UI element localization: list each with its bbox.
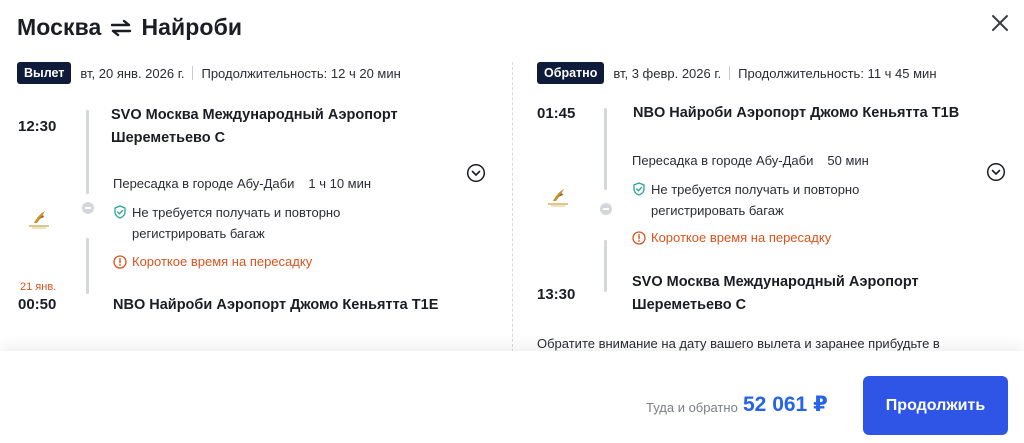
outbound-short-transfer-warning: Короткое время на пересадку [113,254,312,269]
divider [192,66,194,80]
timeline-line [86,110,89,194]
continue-button[interactable]: Продолжить [863,376,1008,435]
return-baggage-text: Не требуется получать и повторно регистр… [651,182,860,218]
column-divider [512,62,513,352]
outbound-transfer-duration: 1 ч 10 мин [308,176,372,191]
return-date-info: Обратите внимание на дату вашего вылета … [537,336,940,351]
return-depart-time: 01:45 [537,105,576,122]
timeline-line [86,238,89,294]
return-badge: Обратно [537,62,605,84]
price-label: Туда и обратно [646,400,738,415]
outbound-warning-text: Короткое время на пересадку [132,254,313,269]
return-arrive-time: 13:30 [537,286,576,303]
divider [729,66,731,80]
outbound-baggage-text: Не требуется получать и повторно регистр… [132,205,341,241]
outbound-header: Вылет вт, 20 янв. 2026 г. Продолжительно… [17,62,401,84]
return-arrive-station: SVO Москва Международный Аэропорт Шереме… [632,274,919,313]
warning-circle-icon [632,230,646,245]
outbound-transfer-city: Пересадка в городе Абу-Даби [113,176,295,191]
return-short-transfer-warning: Короткое время на пересадку [632,230,831,245]
return-baggage-note: Не требуется получать и повторно регистр… [632,179,892,221]
outbound-date: вт, 20 янв. 2026 г. [80,65,185,81]
total-price: 52 061 ₽ [743,393,828,416]
timeline-line [604,108,607,190]
chevron-down-circle-icon[interactable] [466,163,486,183]
outbound-arrive-station: NBO Найроби Аэропорт Джомо Кеньятта T1E [113,297,439,313]
outbound-baggage-note: Не требуется получать и повторно регистр… [113,202,373,244]
outbound-arrival-nextday: 21 янв. [20,281,57,293]
outbound-duration: Продолжительность: 12 ч 20 мин [201,65,401,81]
return-duration: Продолжительность: 11 ч 45 мин [738,65,937,81]
outbound-badge: Вылет [17,62,72,84]
return-transfer-city: Пересадка в городе Абу-Даби [632,153,814,168]
footer-bar: Туда и обратно 52 061 ₽ Продолжить [0,351,1024,443]
close-icon[interactable] [988,11,1012,35]
transfer-dot-icon [599,203,612,215]
outbound-arrive-time: 00:50 [18,296,57,313]
return-header: Обратно вт, 3 февр. 2026 г. Продолжитель… [537,62,937,84]
swap-arrows-icon [111,19,132,36]
airline-logo-icon [29,211,49,229]
return-transfer: Пересадка в городе Абу-Даби 50 мин [632,153,869,168]
outbound-depart-station: SVO Москва Международный Аэропорт Шереме… [111,107,398,146]
shield-check-icon [114,205,126,219]
chevron-down-circle-icon[interactable] [986,162,1006,182]
destination-city: Найроби [141,14,243,40]
return-date: вт, 3 февр. 2026 г. [613,65,722,81]
route-title: Москва Найроби [17,14,242,41]
return-warning-text: Короткое время на пересадку [651,230,832,245]
timeline-line [604,240,607,292]
warning-circle-icon [113,254,127,269]
origin-city: Москва [17,14,102,40]
outbound-depart-time: 12:30 [18,118,57,135]
return-transfer-duration: 50 мин [827,153,869,168]
airline-logo-icon [548,189,568,207]
outbound-transfer: Пересадка в городе Абу-Даби 1 ч 10 мин [113,176,371,191]
shield-check-icon [633,182,645,196]
return-depart-station: NBO Найроби Аэропорт Джомо Кеньятта T1B [633,105,960,121]
transfer-dot-icon [81,202,94,214]
